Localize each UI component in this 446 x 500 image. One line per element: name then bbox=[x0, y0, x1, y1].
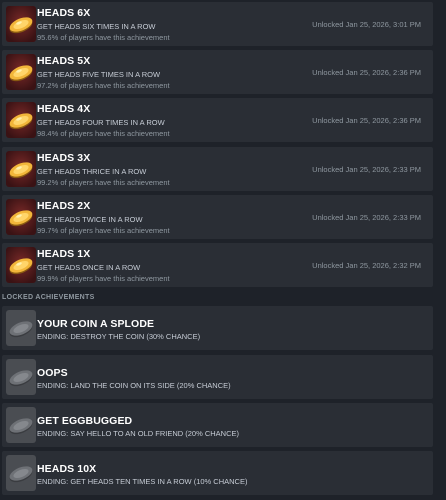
achievement-description: ENDING: DESTROY THE COIN (30% CHANCE) bbox=[37, 332, 201, 341]
achievement-description: GET HEADS ONCE IN A ROW bbox=[37, 263, 141, 272]
golden-coin-icon bbox=[6, 54, 36, 90]
gray-coin-icon bbox=[6, 455, 36, 491]
achievement-row-heads-1x[interactable]: HEADS 1X GET HEADS ONCE IN A ROW 99.9% o… bbox=[2, 243, 433, 287]
achievement-row-get-eggbugged[interactable]: GET EGGBUGGED ENDING: SAY HELLO TO AN OL… bbox=[2, 403, 433, 447]
golden-coin-icon bbox=[6, 151, 36, 187]
achievement-title: HEADS 10X bbox=[37, 463, 97, 475]
unlock-date: Unlocked Jan 25, 2026, 3:01 PM bbox=[312, 20, 421, 29]
unlock-date: Unlocked Jan 25, 2026, 2:36 PM bbox=[312, 68, 421, 77]
golden-coin-icon bbox=[6, 102, 36, 138]
achievement-description: GET HEADS FIVE TIMES IN A ROW bbox=[37, 70, 161, 79]
achievement-row-heads-5x[interactable]: HEADS 5X GET HEADS FIVE TIMES IN A ROW 9… bbox=[2, 50, 433, 94]
achievement-title: OOPS bbox=[37, 367, 68, 379]
achievement-title: HEADS 1X bbox=[37, 248, 91, 260]
scrollbar-track[interactable] bbox=[436, 0, 446, 500]
achievement-row-heads-6x[interactable]: HEADS 6X GET HEADS SIX TIMES IN A ROW 95… bbox=[2, 2, 433, 46]
golden-coin-icon bbox=[6, 247, 36, 283]
locked-achievements-header: LOCKED ACHIEVEMENTS bbox=[2, 294, 95, 301]
achievement-description: GET HEADS FOUR TIMES IN A ROW bbox=[37, 118, 165, 127]
achievement-row-heads-3x[interactable]: HEADS 3X GET HEADS THRICE IN A ROW 99.2%… bbox=[2, 147, 433, 191]
achievement-description: GET HEADS TWICE IN A ROW bbox=[37, 215, 143, 224]
unlock-date: Unlocked Jan 25, 2026, 2:32 PM bbox=[312, 261, 421, 270]
achievement-title: YOUR COIN A SPLODE bbox=[37, 318, 155, 330]
achievement-title: GET EGGBUGGED bbox=[37, 415, 133, 427]
gray-coin-icon bbox=[6, 359, 36, 395]
unlock-date: Unlocked Jan 25, 2026, 2:33 PM bbox=[312, 165, 421, 174]
achievement-row-your-coin-a-splode[interactable]: YOUR COIN A SPLODE ENDING: DESTROY THE C… bbox=[2, 306, 433, 350]
achievement-percentage: 99.7% of players have this achievement bbox=[37, 226, 170, 235]
achievement-description: GET HEADS SIX TIMES IN A ROW bbox=[37, 22, 156, 31]
achievement-percentage: 95.6% of players have this achievement bbox=[37, 33, 170, 42]
achievement-title: HEADS 3X bbox=[37, 152, 91, 164]
achievement-description: ENDING: SAY HELLO TO AN OLD FRIEND (20% … bbox=[37, 429, 239, 438]
achievement-title: HEADS 2X bbox=[37, 200, 91, 212]
achievement-description: ENDING: GET HEADS TEN TIMES IN A ROW (10… bbox=[37, 477, 248, 486]
achievement-percentage: 99.2% of players have this achievement bbox=[37, 178, 170, 187]
achievement-title: HEADS 4X bbox=[37, 103, 91, 115]
achievement-row-oops[interactable]: OOPS ENDING: LAND THE COIN ON ITS SIDE (… bbox=[2, 355, 433, 399]
achievement-percentage: 98.4% of players have this achievement bbox=[37, 129, 170, 138]
achievement-title: HEADS 6X bbox=[37, 7, 91, 19]
golden-coin-icon bbox=[6, 199, 36, 235]
gray-coin-icon bbox=[6, 407, 36, 443]
unlock-date: Unlocked Jan 25, 2026, 2:33 PM bbox=[312, 213, 421, 222]
achievement-title: HEADS 5X bbox=[37, 55, 91, 67]
achievement-description: ENDING: LAND THE COIN ON ITS SIDE (20% C… bbox=[37, 381, 231, 390]
achievement-row-heads-10x[interactable]: HEADS 10X ENDING: GET HEADS TEN TIMES IN… bbox=[2, 451, 433, 495]
gray-coin-icon bbox=[6, 310, 36, 346]
achievement-row-heads-4x[interactable]: HEADS 4X GET HEADS FOUR TIMES IN A ROW 9… bbox=[2, 98, 433, 142]
achievement-row-heads-2x[interactable]: HEADS 2X GET HEADS TWICE IN A ROW 99.7% … bbox=[2, 195, 433, 239]
achievement-percentage: 97.2% of players have this achievement bbox=[37, 81, 170, 90]
achievement-percentage: 99.9% of players have this achievement bbox=[37, 274, 170, 283]
unlock-date: Unlocked Jan 25, 2026, 2:36 PM bbox=[312, 116, 421, 125]
achievement-description: GET HEADS THRICE IN A ROW bbox=[37, 167, 147, 176]
golden-coin-icon bbox=[6, 6, 36, 42]
